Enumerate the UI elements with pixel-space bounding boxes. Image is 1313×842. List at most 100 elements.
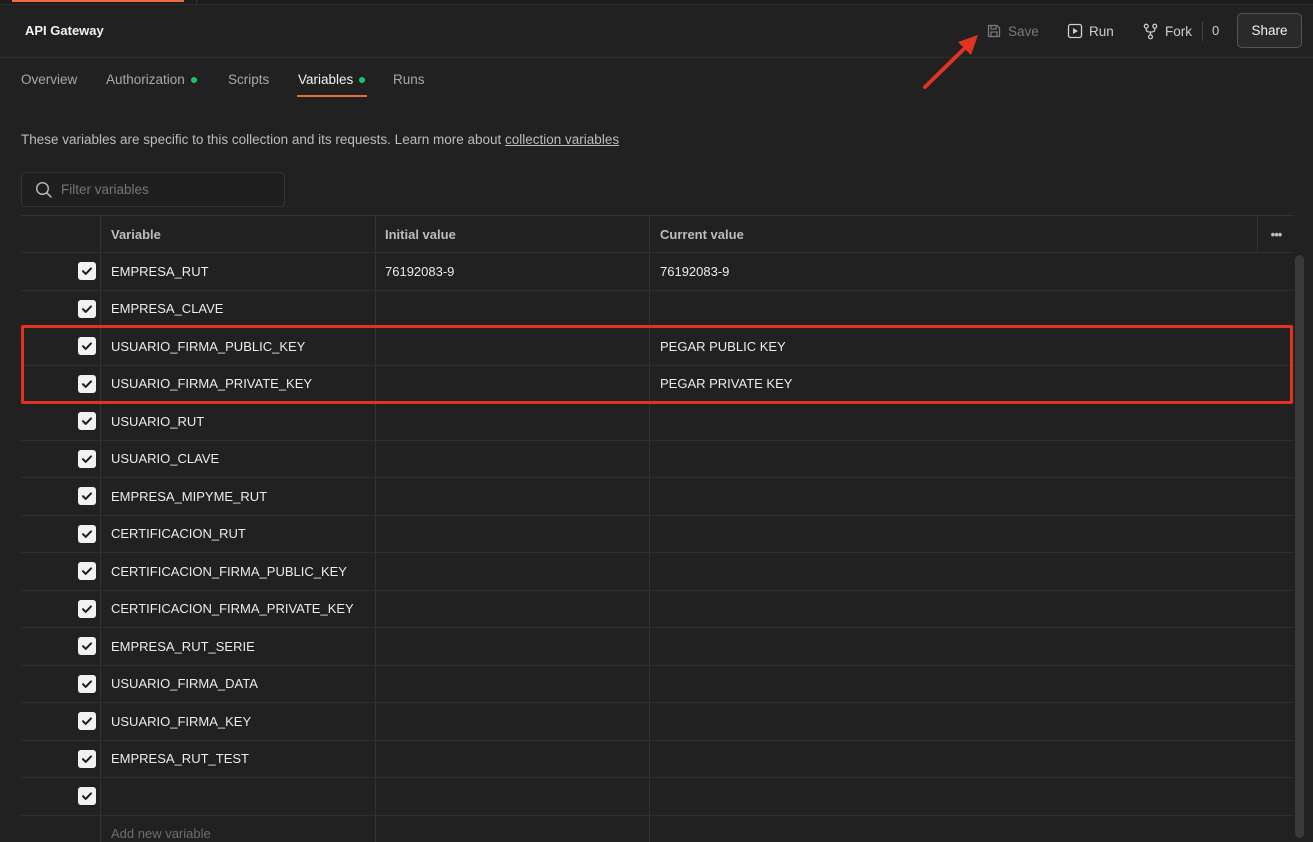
row-check-cell <box>21 478 100 515</box>
variable-name-cell[interactable] <box>100 778 375 815</box>
table-row: USUARIO_CLAVE <box>21 440 1294 478</box>
row-checkbox[interactable] <box>78 749 96 768</box>
variable-name-cell[interactable]: EMPRESA_CLAVE <box>100 290 375 327</box>
initial-value-cell[interactable] <box>375 815 649 842</box>
variable-name-cell[interactable]: CERTIFICACION_FIRMA_PUBLIC_KEY <box>100 553 375 590</box>
row-checkbox[interactable] <box>78 487 96 506</box>
initial-value-cell[interactable] <box>375 290 649 327</box>
initial-value-cell[interactable] <box>375 590 649 627</box>
variable-name-cell[interactable]: USUARIO_FIRMA_KEY <box>100 703 375 740</box>
row-check-cell <box>21 291 100 328</box>
tab-variables[interactable]: Variables <box>298 72 366 87</box>
play-icon <box>1067 23 1083 39</box>
fork-count[interactable]: 0 <box>1212 23 1219 38</box>
checkmark-icon <box>82 492 92 501</box>
variable-name-cell[interactable]: EMPRESA_MIPYME_RUT <box>100 478 375 515</box>
current-value-cell[interactable] <box>649 478 1257 515</box>
row-checkbox[interactable] <box>78 299 96 318</box>
current-value-cell[interactable] <box>649 403 1257 440</box>
variable-name-cell[interactable]: USUARIO_FIRMA_PUBLIC_KEY <box>100 328 375 365</box>
variable-name-cell[interactable]: USUARIO_CLAVE <box>100 440 375 477</box>
row-check-cell <box>21 591 100 628</box>
variable-name-cell[interactable]: USUARIO_FIRMA_DATA <box>100 665 375 702</box>
current-value-cell[interactable] <box>649 628 1257 665</box>
initial-value-cell[interactable] <box>375 665 649 702</box>
share-button[interactable]: Share <box>1237 13 1302 48</box>
more-options-icon[interactable]: ••• <box>1257 216 1294 252</box>
initial-value-cell[interactable] <box>375 515 649 552</box>
current-value-cell[interactable]: PEGAR PRIVATE KEY <box>649 365 1257 402</box>
row-check-cell <box>21 516 100 553</box>
row-check-cell <box>21 328 100 365</box>
row-checkbox[interactable] <box>78 374 96 393</box>
initial-value-cell[interactable] <box>375 403 649 440</box>
initial-value-cell[interactable] <box>375 628 649 665</box>
variable-name-cell[interactable]: EMPRESA_RUT <box>100 253 375 290</box>
row-checkbox[interactable] <box>78 262 96 281</box>
current-value-cell[interactable] <box>649 515 1257 552</box>
add-new-variable-input[interactable]: Add new variable <box>100 815 375 842</box>
save-icon <box>987 24 1001 38</box>
tab-overview[interactable]: Overview <box>21 72 77 87</box>
vertical-scrollbar[interactable] <box>1295 255 1304 838</box>
fork-icon <box>1143 23 1158 39</box>
current-value-cell[interactable]: PEGAR PUBLIC KEY <box>649 328 1257 365</box>
collection-variables-link[interactable]: collection variables <box>505 132 619 147</box>
row-checkbox[interactable] <box>78 712 96 731</box>
row-check-cell <box>21 778 100 815</box>
filter-variables-input[interactable] <box>61 182 261 197</box>
run-button[interactable]: Run <box>1067 19 1114 43</box>
status-dot <box>359 76 366 83</box>
row-checkbox[interactable] <box>78 674 96 693</box>
tab-runs[interactable]: Runs <box>393 72 425 87</box>
current-value-cell[interactable] <box>649 740 1257 777</box>
row-checkbox[interactable] <box>78 637 96 656</box>
variable-name-cell[interactable]: CERTIFICACION_RUT <box>100 515 375 552</box>
current-value-cell[interactable] <box>649 440 1257 477</box>
initial-value-cell[interactable] <box>375 365 649 402</box>
variable-name-cell[interactable]: USUARIO_RUT <box>100 403 375 440</box>
current-value-cell[interactable] <box>649 778 1257 815</box>
row-checkbox[interactable] <box>78 787 96 806</box>
initial-value-cell[interactable] <box>375 328 649 365</box>
row-checkbox[interactable] <box>78 524 96 543</box>
initial-value-cell[interactable] <box>375 740 649 777</box>
initial-value-cell[interactable] <box>375 553 649 590</box>
variable-name-cell[interactable]: USUARIO_FIRMA_PRIVATE_KEY <box>100 365 375 402</box>
current-value-cell[interactable] <box>649 553 1257 590</box>
fork-button[interactable]: Fork <box>1142 19 1192 43</box>
save-button[interactable]: Save <box>986 19 1039 43</box>
row-checkbox[interactable] <box>78 412 96 431</box>
current-value-cell[interactable] <box>649 815 1257 842</box>
checkmark-icon <box>82 455 92 463</box>
current-value-cell[interactable] <box>649 290 1257 327</box>
variable-name-cell[interactable]: EMPRESA_RUT_TEST <box>100 740 375 777</box>
current-value-cell[interactable]: 76192083-9 <box>649 253 1257 290</box>
row-checkbox[interactable] <box>78 337 96 356</box>
current-value-cell[interactable] <box>649 590 1257 627</box>
table-row: EMPRESA_RUT_SERIE <box>21 628 1294 666</box>
checkmark-icon <box>82 717 92 726</box>
row-check-cell <box>21 703 100 740</box>
tab-authorization[interactable]: Authorization <box>106 72 197 87</box>
row-checkbox[interactable] <box>78 599 96 618</box>
current-value-cell[interactable] <box>649 703 1257 740</box>
active-tab-underline <box>297 95 367 97</box>
row-checkbox[interactable] <box>78 449 96 468</box>
initial-value-cell[interactable] <box>375 478 649 515</box>
column-header-variable: Variable <box>100 216 375 252</box>
initial-value-cell[interactable] <box>375 703 649 740</box>
row-checkbox[interactable] <box>78 562 96 581</box>
row-check-cell <box>21 553 100 590</box>
variable-name-cell[interactable]: EMPRESA_RUT_SERIE <box>100 628 375 665</box>
filter-variables[interactable] <box>21 172 285 207</box>
tab-scripts[interactable]: Scripts <box>228 72 269 87</box>
variables-table: Variable Initial value Current value •••… <box>21 215 1294 842</box>
initial-value-cell[interactable]: 76192083-9 <box>375 253 649 290</box>
current-value-cell[interactable] <box>649 665 1257 702</box>
description-text: These variables are specific to this col… <box>21 132 506 147</box>
initial-value-cell[interactable] <box>375 778 649 815</box>
variable-name-cell[interactable]: CERTIFICACION_FIRMA_PRIVATE_KEY <box>100 590 375 627</box>
collection-header: API Gateway Save Run Fork 0 Share <box>0 5 1313 58</box>
initial-value-cell[interactable] <box>375 440 649 477</box>
